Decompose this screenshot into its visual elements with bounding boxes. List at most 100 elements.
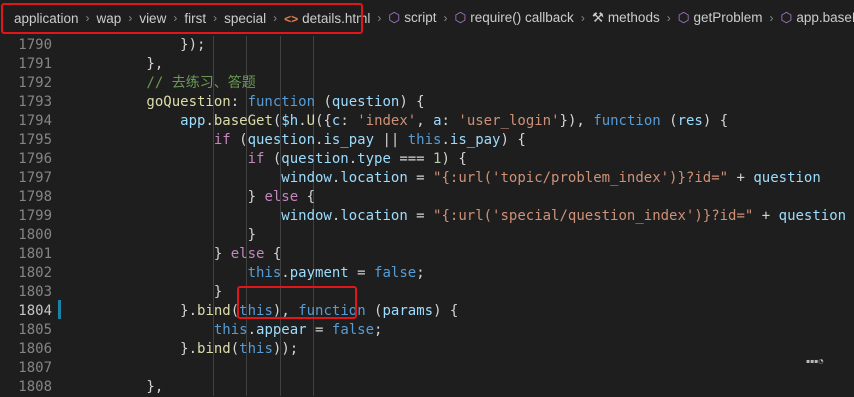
breadcrumb-item[interactable]: ⬡ getProblem xyxy=(676,10,765,26)
code-token: false xyxy=(374,265,417,281)
line-number: 1796 xyxy=(18,151,52,167)
code-line[interactable]: 1797 window.location = "{:url('topic/pro… xyxy=(0,169,854,188)
breadcrumb-item[interactable]: ⬡app.basePost xyxy=(779,10,854,26)
breadcrumb-item[interactable]: special xyxy=(222,11,268,26)
code-line[interactable]: 1804 }.bind(this), function (params) { xyxy=(0,302,854,321)
breadcrumb-label: app.basePost xyxy=(796,10,854,25)
code-token: 'user_login' xyxy=(458,113,560,129)
line-number: 1798 xyxy=(18,189,52,205)
code-token: question xyxy=(778,208,847,224)
code-line[interactable]: 1790 }); xyxy=(0,36,854,55)
code-token: + xyxy=(728,170,754,186)
code-token: is_pay xyxy=(323,132,375,148)
breadcrumb-label: first xyxy=(184,10,207,26)
code-token: , xyxy=(416,113,434,129)
code-editor[interactable]: 1790 }); 1791 }, 1792 // 去练习、答题 1793 goQues… xyxy=(0,36,854,396)
code-line[interactable]: 1798 } else { xyxy=(0,188,854,207)
code-token: window xyxy=(79,208,332,224)
code-line[interactable]: 1791 }, xyxy=(0,55,854,74)
code-line[interactable]: 1803 } xyxy=(0,283,854,302)
code-line[interactable]: 1807 xyxy=(0,359,854,378)
code-text: } else { xyxy=(79,245,281,264)
code-token: is_pay xyxy=(449,132,501,148)
code-line[interactable]: 1801 } else { xyxy=(0,245,854,264)
code-token: // 去练习、答题 xyxy=(79,75,256,91)
code-line[interactable]: 1796 if (question.type === 1) { xyxy=(0,150,854,169)
code-token: } xyxy=(79,246,231,262)
symbol-cube-icon: ⬡ xyxy=(780,10,793,25)
code-token: U xyxy=(306,113,316,129)
chevron-right-icon: › xyxy=(666,11,671,25)
code-token: = xyxy=(348,265,375,281)
code-text: if (question.is_pay || this.is_pay) { xyxy=(79,131,526,150)
code-line[interactable]: 1793 goQuestion: function (question) { xyxy=(0,93,854,112)
line-number: 1807 xyxy=(18,360,52,376)
chevron-right-icon: › xyxy=(377,11,382,25)
breadcrumb-item[interactable]: wap xyxy=(95,11,124,26)
code-line[interactable]: 1800 } xyxy=(0,226,854,245)
code-line[interactable]: 1794 app.baseGet($h.U({c: 'index', a: 'u… xyxy=(0,112,854,131)
code-token: "{:url('special/question_index')}?id=" xyxy=(433,208,754,224)
code-token: ( xyxy=(230,303,240,319)
breadcrumb-item[interactable]: ⬡ script xyxy=(386,10,438,26)
code-token: function xyxy=(593,113,661,129)
code-token: payment xyxy=(289,265,349,281)
code-token: this xyxy=(239,303,273,319)
code-token: } xyxy=(79,189,265,205)
code-token: ) { xyxy=(702,113,729,129)
line-number: 1794 xyxy=(18,113,52,129)
code-token: $h xyxy=(281,113,299,129)
line-number: 1792 xyxy=(18,75,52,91)
breadcrumb-label: view xyxy=(139,10,167,26)
chevron-right-icon: › xyxy=(213,11,218,25)
code-token: . xyxy=(441,132,450,148)
code-text: }.bind(this), function (params) { xyxy=(79,302,458,321)
code-token: . xyxy=(247,322,257,338)
line-number: 1802 xyxy=(18,265,52,281)
breadcrumb-item[interactable]: ⚒ methods xyxy=(590,10,662,26)
code-token: ( xyxy=(230,341,240,357)
line-number: 1808 xyxy=(18,379,52,395)
symbol-cube-icon: ⬡ xyxy=(454,10,467,25)
line-number: 1801 xyxy=(18,246,52,262)
code-token: "{:url('topic/problem_index')}?id=" xyxy=(433,170,729,186)
code-token: }), xyxy=(559,113,594,129)
code-token: { xyxy=(264,246,282,262)
code-line[interactable]: 1795 if (question.is_pay || this.is_pay)… xyxy=(0,131,854,150)
breadcrumb-label: details.html xyxy=(302,10,371,26)
code-line[interactable]: 1799 window.location = "{:url('special/q… xyxy=(0,207,854,226)
code-token: }, xyxy=(79,379,164,395)
breadcrumb-item[interactable]: view xyxy=(137,11,168,26)
code-token: if xyxy=(79,132,231,148)
code-line[interactable]: 1792 // 去练习、答题 xyxy=(0,74,854,93)
code-token: function xyxy=(247,94,316,110)
line-number: 1799 xyxy=(18,208,52,224)
code-line[interactable]: 1806 }.bind(this)); xyxy=(0,340,854,359)
chevron-right-icon: › xyxy=(443,11,448,25)
code-token: false xyxy=(331,322,375,338)
code-line[interactable]: 1808 }, xyxy=(0,378,854,397)
code-token: location xyxy=(340,208,408,224)
code-text: window.location = "{:url('special/questi… xyxy=(79,207,846,226)
code-token: : xyxy=(230,94,248,110)
code-token: question xyxy=(331,94,400,110)
code-line[interactable]: 1805 this.appear = false; xyxy=(0,321,854,340)
code-text: }, xyxy=(79,378,163,397)
code-token: params xyxy=(382,303,434,319)
breadcrumb-item[interactable]: ⬡ require() callback xyxy=(452,10,575,26)
code-token: = xyxy=(407,208,434,224)
code-token: )); xyxy=(272,341,299,357)
code-line[interactable]: 1802 this.payment = false; xyxy=(0,264,854,283)
code-token: }); xyxy=(79,37,206,53)
code-token: . xyxy=(281,265,290,281)
chevron-right-icon: › xyxy=(273,11,278,25)
breadcrumb-item[interactable]: application xyxy=(0,11,81,26)
breadcrumb-item[interactable]: first xyxy=(182,11,208,26)
line-number: 1806 xyxy=(18,341,52,357)
breadcrumb-item[interactable]: <> details.html xyxy=(282,11,372,26)
code-token: this xyxy=(239,341,273,357)
wrench-icon: ⚒ xyxy=(591,10,604,25)
chevron-right-icon: › xyxy=(128,11,133,25)
code-token: this xyxy=(407,132,442,148)
code-token: ( xyxy=(660,113,678,129)
